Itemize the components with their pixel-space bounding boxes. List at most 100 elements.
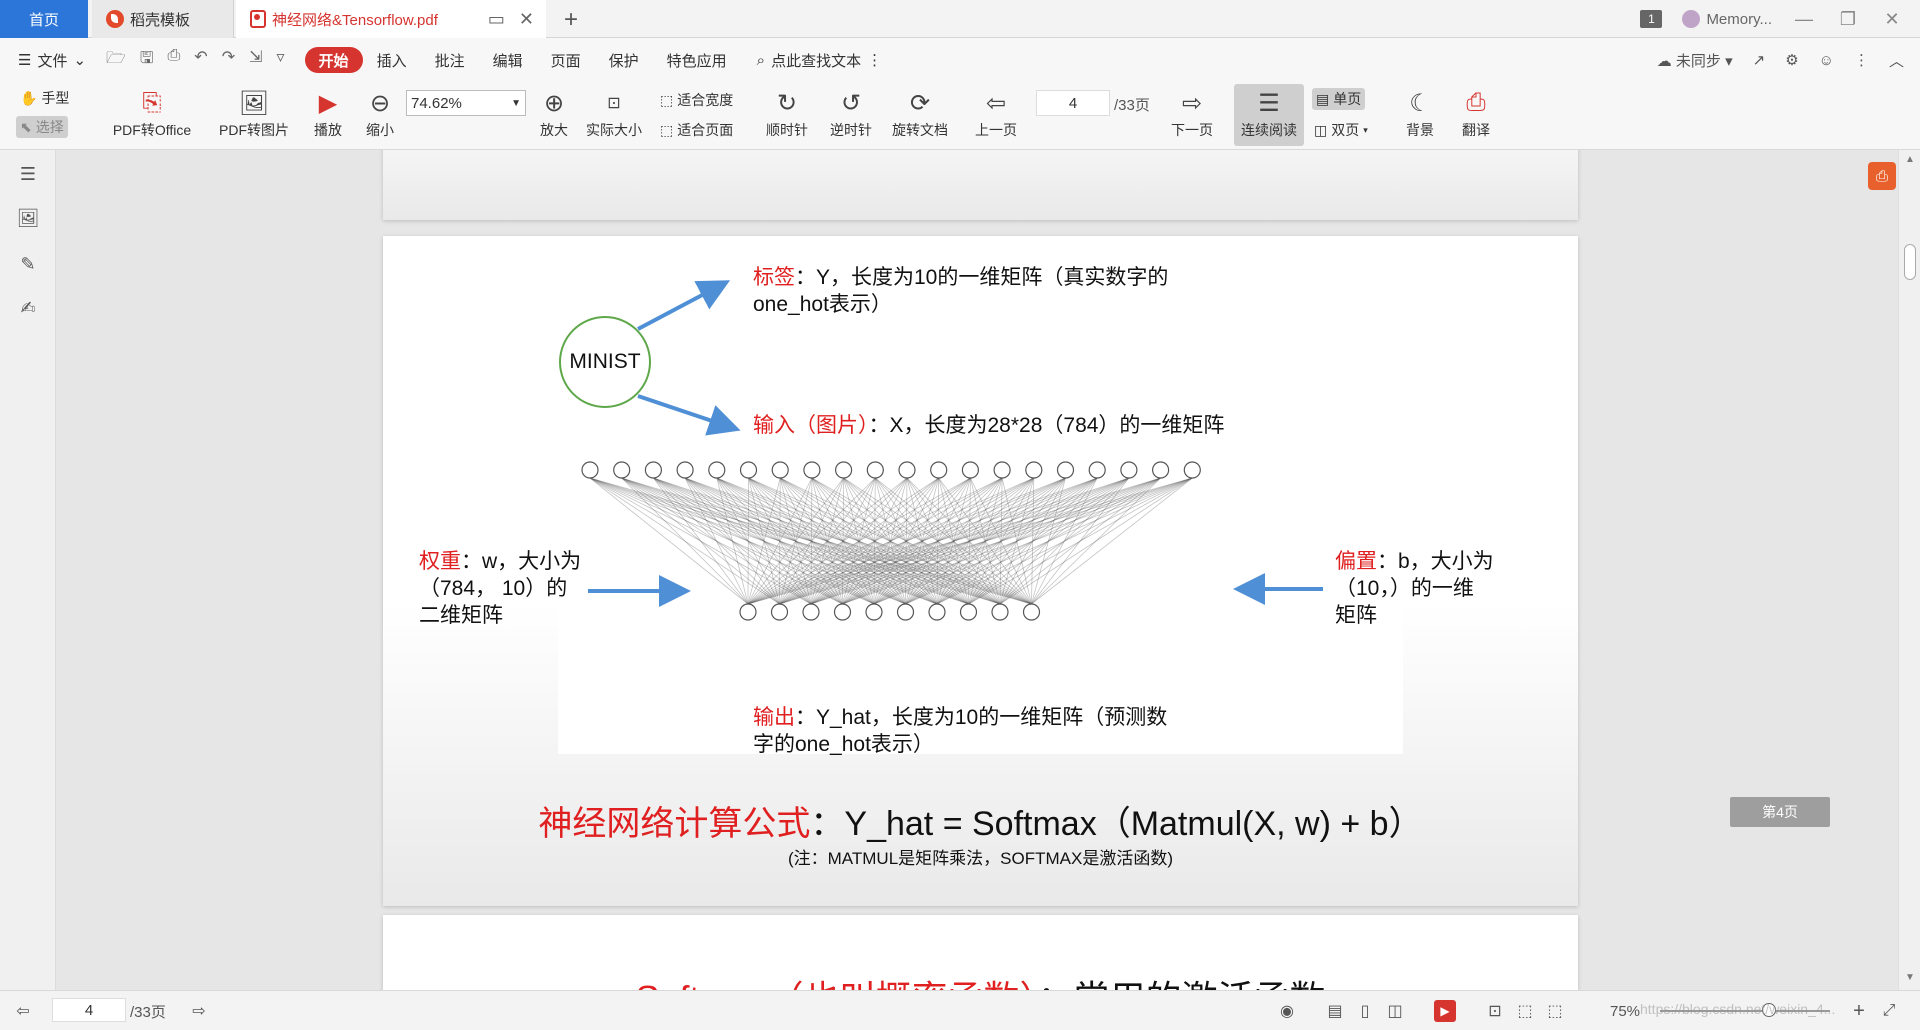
signature-icon[interactable]: ✍ xyxy=(16,296,40,320)
eye-protect-icon[interactable]: ◉ xyxy=(1276,1000,1298,1022)
moon-icon: ☾ xyxy=(1409,89,1431,117)
tab-template-label: 稻壳模板 xyxy=(130,11,191,29)
collapse-ribbon-icon[interactable]: ︿ xyxy=(1889,50,1904,71)
account-button[interactable]: Memory... xyxy=(1682,10,1772,28)
pdf-to-image-button[interactable]: 🖼 PDF转图片 xyxy=(214,86,294,140)
vertical-scrollbar[interactable]: ▲ ▼ xyxy=(1898,150,1920,990)
actual-size-icon: ⊡ xyxy=(607,95,621,112)
zoom-out-label: 缩小 xyxy=(366,122,394,138)
status-zoom-in-icon[interactable]: + xyxy=(1848,1000,1870,1022)
status-actual-size-icon[interactable]: ⊡ xyxy=(1484,1000,1506,1022)
floating-tool-icon[interactable]: ⎙ xyxy=(1868,162,1896,190)
more-options-icon[interactable]: ⋮ xyxy=(1854,51,1869,69)
scroll-up-icon[interactable]: ▲ xyxy=(1899,154,1920,165)
tab-document[interactable]: 神经网络&Tensorflow.pdf ▭ ✕ xyxy=(236,0,546,38)
rotate-cw-icon: ↻ xyxy=(776,89,798,117)
open-folder-icon[interactable]: 🗁 xyxy=(106,47,126,74)
continuous-read-button[interactable]: ☰ 连续阅读 xyxy=(1234,84,1304,146)
pin-tab-icon[interactable]: ▭ xyxy=(488,9,505,30)
tab-home[interactable]: 首页 xyxy=(0,0,88,38)
status-page-input[interactable]: 4 xyxy=(52,998,126,1022)
zoom-select[interactable]: 74.62% ▼ xyxy=(406,90,526,116)
tab-protect[interactable]: 保护 xyxy=(595,47,653,73)
double-view-icon[interactable]: ◫ xyxy=(1384,1000,1406,1022)
weight-description: 权重：w，大小为 （784， 10）的 二维矩阵 xyxy=(419,548,581,629)
continuous-view-icon[interactable]: ▤ xyxy=(1324,1000,1346,1022)
status-fit-width-icon[interactable]: ⬚ xyxy=(1544,1000,1566,1022)
zoom-out-button[interactable]: ⊖ 缩小 xyxy=(360,86,400,140)
rotate-cw-label: 顺时针 xyxy=(766,122,808,138)
status-prev-icon[interactable]: ⇦ xyxy=(12,1000,34,1022)
rotate-ccw-button[interactable]: ↺ 逆时针 xyxy=(826,86,876,140)
pdf-to-office-icon: ⎘ xyxy=(142,89,162,116)
window-count-badge[interactable]: 1 xyxy=(1640,10,1663,28)
next-page-button[interactable]: ⇨ 下一页 xyxy=(1164,86,1220,140)
formula-note: (注：MATMUL是矩阵乘法，SOFTMAX是激活函数) xyxy=(787,849,1173,868)
page-number-input[interactable]: 4 xyxy=(1036,90,1110,116)
status-fit-page-icon[interactable]: ⬚ xyxy=(1514,1000,1536,1022)
share-icon[interactable]: ↗ xyxy=(1753,51,1766,69)
rotate-ccw-icon: ↺ xyxy=(840,89,862,117)
export-icon[interactable]: ⇲ xyxy=(249,47,262,74)
single-page-button[interactable]: ▤ 单页 xyxy=(1312,88,1366,110)
pdf-to-office-button[interactable]: ⎘ PDF转Office xyxy=(104,86,200,140)
customize-chevron-icon[interactable]: ▿ xyxy=(277,47,285,74)
rotate-doc-label: 旋转文档 xyxy=(892,122,948,138)
minimize-icon[interactable]: — xyxy=(1792,9,1816,30)
input-title: 输入（图片） xyxy=(753,414,869,437)
find-text-button[interactable]: ⌕ 点此查找文本 ⋮ xyxy=(757,50,882,71)
undo-icon[interactable]: ↶ xyxy=(194,47,207,74)
rotate-doc-button[interactable]: ⟳ 旋转文档 xyxy=(888,86,952,140)
scrollbar-thumb[interactable] xyxy=(1904,244,1916,280)
redo-icon[interactable]: ↷ xyxy=(222,47,235,74)
input-description: 输入（图片）：X，长度为28*28（784）的一维矩阵 xyxy=(753,412,1224,439)
tab-edit[interactable]: 编辑 xyxy=(479,47,537,73)
tab-template[interactable]: 稻壳模板 xyxy=(92,0,234,38)
label-text-2: one_hot表示） xyxy=(753,293,892,316)
select-tool-button[interactable]: ⬉ 选择 xyxy=(16,116,68,138)
sync-button[interactable]: ☁ 未同步 ▾ xyxy=(1657,50,1733,71)
double-page-button[interactable]: ◫ 双页 ▾ xyxy=(1314,120,1368,140)
thumbnail-icon[interactable]: 🖼 xyxy=(16,206,40,230)
status-next-icon[interactable]: ⇨ xyxy=(188,1000,210,1022)
rotate-cw-button[interactable]: ↻ 顺时针 xyxy=(762,86,812,140)
close-tab-icon[interactable]: ✕ xyxy=(519,9,534,30)
fit-page-button[interactable]: ⬚ 适合页面 xyxy=(660,120,733,140)
tab-document-label: 神经网络&Tensorflow.pdf xyxy=(272,11,438,29)
annotation-icon[interactable]: ✎ xyxy=(16,252,40,276)
document-viewport[interactable]: MINIST 标签：Y，长度为10的一维矩阵（真实数字的 one_hot表示） … xyxy=(56,150,1898,990)
gear-icon[interactable]: ⚙ xyxy=(1785,51,1798,69)
fullscreen-icon[interactable]: ⤢ xyxy=(1878,1000,1900,1022)
fit-page-icon: ⬚ xyxy=(660,121,674,138)
close-window-icon[interactable]: ✕ xyxy=(1880,9,1904,30)
chevron-down-icon: ▾ xyxy=(1363,124,1368,135)
single-view-icon[interactable]: ▯ xyxy=(1354,1000,1376,1022)
tab-start[interactable]: 开始 xyxy=(304,47,363,73)
tab-insert[interactable]: 插入 xyxy=(363,47,421,73)
tab-page[interactable]: 页面 xyxy=(537,47,595,73)
outline-icon[interactable]: ☰ xyxy=(16,162,40,186)
background-button[interactable]: ☾ 背景 xyxy=(1398,86,1442,140)
new-tab-button[interactable]: + xyxy=(564,6,578,34)
translate-label: 翻译 xyxy=(1462,122,1490,138)
status-play-icon[interactable]: ▶ xyxy=(1434,1000,1456,1022)
file-menu[interactable]: ☰ 文件 ⌄ xyxy=(0,50,106,71)
play-button[interactable]: ▶ 播放 xyxy=(308,86,348,140)
minist-circle: MINIST xyxy=(559,316,651,408)
hand-tool-button[interactable]: ✋ 手型 xyxy=(20,88,69,108)
actual-size-button[interactable]: ⊡ 实际大小 xyxy=(582,86,646,140)
next-page-title: Softmax（也叫概率函数）：常用的激活函数 xyxy=(383,970,1578,990)
tab-features[interactable]: 特色应用 xyxy=(653,47,741,73)
translate-button[interactable]: ⎙ 翻译 xyxy=(1454,86,1498,140)
scroll-down-icon[interactable]: ▼ xyxy=(1899,972,1920,983)
tab-annotate[interactable]: 批注 xyxy=(421,47,479,73)
fit-width-icon: ⬚ xyxy=(660,91,674,108)
save-icon[interactable]: 🖫 xyxy=(140,47,154,74)
fit-width-button[interactable]: ⬚ 适合宽度 xyxy=(660,90,733,110)
weight-text-2: （784， 10）的 xyxy=(419,577,568,600)
zoom-in-button[interactable]: ⊕ 放大 xyxy=(534,86,574,140)
feedback-icon[interactable]: ☺ xyxy=(1819,52,1834,69)
restore-icon[interactable]: ❐ xyxy=(1836,9,1860,30)
prev-page-button[interactable]: ⇦ 上一页 xyxy=(968,86,1024,140)
print-icon[interactable]: ⎙ xyxy=(167,47,180,74)
